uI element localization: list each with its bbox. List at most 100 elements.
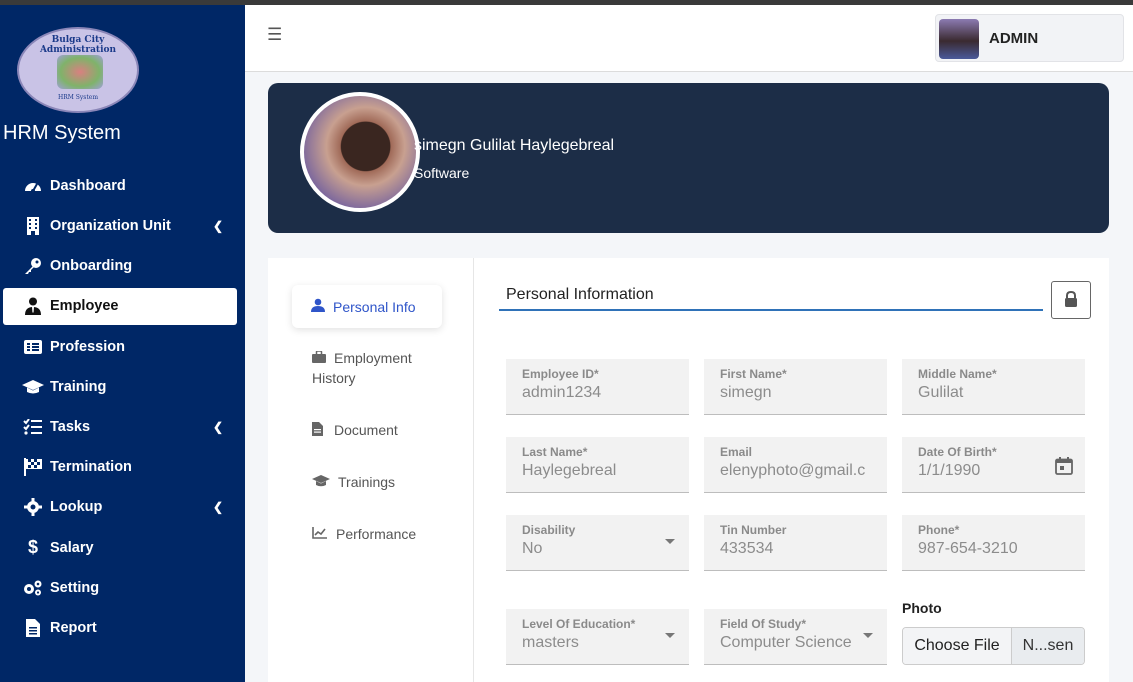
first-name-field[interactable]: First Name* simegn xyxy=(704,359,887,415)
field-value: 1/1/1990 xyxy=(918,462,981,479)
brand-title: HRM System xyxy=(3,122,121,144)
sidebar-item-label: Training xyxy=(50,378,107,395)
user-name: ADMIN xyxy=(989,30,1039,47)
gauge-icon xyxy=(22,176,44,196)
sidebar-item-label: Onboarding xyxy=(50,258,133,275)
sidebar-item-label: Profession xyxy=(50,338,125,355)
building-icon xyxy=(22,216,44,236)
lock-icon xyxy=(1064,290,1078,310)
graduation-cap-icon xyxy=(312,474,332,490)
middle-name-field[interactable]: Middle Name* Gulilat xyxy=(902,359,1085,415)
sidebar-item-profession[interactable]: Profession xyxy=(0,327,245,367)
profile-name: simegn Gulilat Haylegebreal xyxy=(414,137,615,154)
chevron-left-icon: ❮ xyxy=(212,219,223,234)
sidebar-item-label: Tasks xyxy=(50,419,91,436)
field-label: Email xyxy=(720,445,753,459)
sidebar-item-lookup[interactable]: Lookup ❮ xyxy=(0,487,245,527)
field-label: Employee ID* xyxy=(522,367,599,381)
profile-photo xyxy=(300,92,420,212)
sidebar-nav: Dashboard Organization Unit ❮ Onboarding… xyxy=(0,166,245,648)
field-label: Field Of Study* xyxy=(720,617,807,631)
id-card-icon xyxy=(22,337,44,357)
tab-label: Performance xyxy=(336,526,417,542)
sidebar-item-label: Salary xyxy=(50,539,94,556)
chevron-left-icon: ❮ xyxy=(212,419,223,434)
personal-info-form: Personal Information Employee ID* admin1… xyxy=(475,258,1109,682)
dropdown-arrow-icon xyxy=(665,539,675,544)
field-label: Level Of Education* xyxy=(522,617,636,631)
tab-trainings[interactable]: Trainings xyxy=(292,474,395,490)
logo-text: Bulga City Administration xyxy=(39,35,117,55)
tasks-list-icon xyxy=(22,417,44,437)
sidebar-item-setting[interactable]: Setting xyxy=(0,568,245,608)
logo-building-image xyxy=(57,55,103,89)
phone-field[interactable]: Phone* 987-654-3210 xyxy=(902,515,1085,571)
city-logo[interactable]: Bulga City Administration HRM System xyxy=(17,27,139,113)
gears-icon xyxy=(22,578,44,598)
disability-select[interactable]: Disability No xyxy=(506,515,689,571)
field-label: Tin Number xyxy=(720,523,787,537)
field-value: elenyphoto@gmail.c xyxy=(720,462,866,479)
photo-label: Photo xyxy=(902,600,942,616)
sidebar-item-salary[interactable]: $ Salary xyxy=(0,528,245,568)
dollar-icon: $ xyxy=(27,537,38,558)
tab-personal-info[interactable]: Personal Info xyxy=(292,285,442,328)
dropdown-arrow-icon xyxy=(863,633,873,638)
sidebar: Bulga City Administration HRM System HRM… xyxy=(0,5,245,682)
sidebar-item-label: Lookup xyxy=(50,499,103,516)
chevron-left-icon: ❮ xyxy=(212,500,223,515)
top-header: ☰ ADMIN xyxy=(245,5,1133,72)
tab-employment-history[interactable]: Employment History xyxy=(292,350,412,386)
tab-label: Personal Info xyxy=(333,298,416,315)
sidebar-item-label: Setting xyxy=(50,579,100,596)
sidebar-item-onboarding[interactable]: Onboarding xyxy=(0,246,245,286)
calendar-icon[interactable] xyxy=(1055,457,1073,480)
hamburger-icon[interactable]: ☰ xyxy=(267,25,282,45)
field-value: Haylegebreal xyxy=(522,462,617,479)
graduation-cap-icon xyxy=(22,377,44,397)
tab-document[interactable]: Document xyxy=(292,422,398,439)
file-status: N...sen xyxy=(1012,628,1084,664)
sidebar-item-report[interactable]: Report xyxy=(0,608,245,648)
field-label: Disability xyxy=(522,523,576,537)
email-field[interactable]: Email elenyphoto@gmail.c xyxy=(704,437,887,493)
level-of-education-select[interactable]: Level Of Education* masters xyxy=(506,609,689,665)
profile-role: Software xyxy=(414,165,470,181)
sidebar-item-tasks[interactable]: Tasks ❮ xyxy=(0,407,245,447)
sidebar-item-organization-unit[interactable]: Organization Unit ❮ xyxy=(0,206,245,246)
field-value: Gulilat xyxy=(918,384,964,401)
sidebar-item-employee[interactable]: Employee xyxy=(3,287,237,325)
choose-file-button[interactable]: Choose File xyxy=(903,628,1012,664)
field-value: simegn xyxy=(720,384,772,401)
field-label: Phone* xyxy=(918,523,960,537)
tab-label-line2: History xyxy=(312,370,356,386)
dropdown-arrow-icon xyxy=(665,633,675,638)
sidebar-item-termination[interactable]: Termination xyxy=(0,447,245,487)
file-icon xyxy=(312,422,328,439)
field-value: masters xyxy=(522,634,579,651)
field-label: Middle Name* xyxy=(918,367,997,381)
sidebar-item-dashboard[interactable]: Dashboard xyxy=(0,166,245,206)
field-value: 433534 xyxy=(720,540,774,557)
photo-file-input[interactable]: Choose File N...sen xyxy=(902,627,1085,665)
section-title: Personal Information xyxy=(499,286,1043,311)
tab-label: Employment xyxy=(334,350,412,366)
tab-performance[interactable]: Performance xyxy=(292,526,416,542)
employee-id-field[interactable]: Employee ID* admin1234 xyxy=(506,359,689,415)
logo-subtext: HRM System xyxy=(57,94,99,101)
field-label: First Name* xyxy=(720,367,787,381)
user-menu[interactable]: ADMIN xyxy=(935,14,1124,62)
chart-line-icon xyxy=(312,526,330,542)
sidebar-item-training[interactable]: Training xyxy=(0,367,245,407)
date-of-birth-field[interactable]: Date Of Birth* 1/1/1990 xyxy=(902,437,1085,493)
profile-tabs: Personal Info Employment History Documen… xyxy=(268,258,474,682)
field-value: 987-654-3210 xyxy=(918,540,1018,557)
sidebar-item-label: Report xyxy=(50,619,97,636)
sidebar-item-label: Dashboard xyxy=(50,178,126,195)
user-icon xyxy=(311,298,327,315)
last-name-field[interactable]: Last Name* Haylegebreal xyxy=(506,437,689,493)
tin-number-field[interactable]: Tin Number 433534 xyxy=(704,515,887,571)
field-of-study-select[interactable]: Field Of Study* Computer Science xyxy=(704,609,887,665)
lock-button[interactable] xyxy=(1051,281,1091,319)
gear-icon xyxy=(22,497,44,517)
